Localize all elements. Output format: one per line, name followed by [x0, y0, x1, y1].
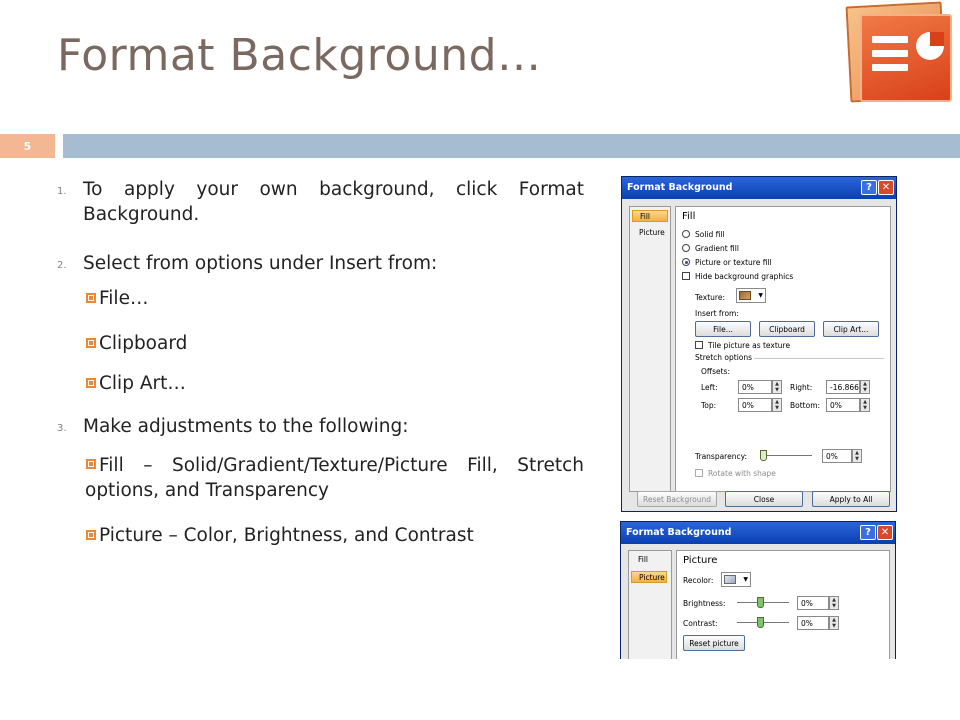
dialog-sidebar: Fill Picture: [629, 206, 671, 492]
sub-item-clip-art: Clip Art…: [99, 373, 186, 394]
transparency-label: Transparency:: [695, 452, 748, 461]
picture-texture-fill-label: Picture or texture fill: [695, 258, 772, 267]
fill-panel: Fill Solid fill Gradient fill Picture or…: [675, 206, 891, 492]
rotate-with-shape-checkbox[interactable]: [695, 469, 703, 477]
close-icon[interactable]: ✕: [878, 180, 894, 195]
right-offset-label: Right:: [790, 383, 813, 392]
clip-art-button[interactable]: Clip Art...: [823, 321, 879, 337]
bullet-square-icon: [86, 378, 96, 388]
contrast-label: Contrast:: [683, 619, 718, 628]
hide-graphics-label: Hide background graphics: [695, 272, 794, 281]
step-number: 1.: [57, 186, 67, 197]
tile-picture-checkbox[interactable]: [695, 341, 703, 349]
solid-fill-radio[interactable]: [682, 230, 690, 238]
tile-picture-label: Tile picture as texture: [708, 341, 791, 350]
insert-from-label: Insert from:: [695, 309, 739, 318]
dialog-title: Format Background ? ✕: [621, 522, 895, 544]
texture-swatch-icon: [739, 291, 751, 300]
tab-picture[interactable]: Picture: [631, 571, 667, 583]
sub-item-clipboard: Clipboard: [99, 333, 188, 354]
bottom-offset-stepper[interactable]: ▲ ▼: [860, 398, 870, 412]
reset-picture-button[interactable]: Reset picture: [683, 635, 745, 651]
transparency-input[interactable]: 0%: [822, 449, 852, 463]
reset-background-button[interactable]: Reset Background: [637, 491, 717, 507]
sub-item-file: File…: [99, 288, 149, 309]
right-offset-input[interactable]: -16.866: [826, 380, 860, 394]
top-offset-stepper[interactable]: ▲ ▼: [772, 398, 782, 412]
hide-graphics-checkbox[interactable]: [682, 272, 690, 280]
right-offset-stepper[interactable]: ▲ ▼: [860, 380, 870, 394]
tab-fill[interactable]: Fill: [631, 554, 667, 566]
bullet-square-icon: [86, 530, 96, 540]
solid-fill-label: Solid fill: [695, 230, 725, 239]
stretch-options-label: Stretch options: [695, 353, 753, 362]
recolor-dropdown[interactable]: ▼: [721, 572, 751, 587]
texture-dropdown[interactable]: ▼: [736, 288, 766, 303]
gradient-fill-radio[interactable]: [682, 244, 690, 252]
brightness-slider[interactable]: [757, 597, 764, 608]
file-button[interactable]: File...: [695, 321, 751, 337]
transparency-track: [760, 455, 812, 456]
picture-panel: Picture Recolor: ▼ Brightness: 0% ▲ ▼ Con…: [676, 550, 890, 659]
left-offset-stepper[interactable]: ▲ ▼: [772, 380, 782, 394]
apply-to-all-button[interactable]: Apply to All: [812, 491, 890, 507]
tab-picture[interactable]: Picture: [632, 227, 668, 239]
panel-heading: Picture: [683, 555, 718, 566]
sub-item-fill: Fill – Solid/Gradient/Texture/Picture Fi…: [85, 455, 584, 501]
left-offset-label: Left:: [701, 383, 718, 392]
chevron-down-icon: ▼: [743, 576, 748, 583]
sub-item-picture: Picture – Color, Brightness, and Contras…: [99, 525, 474, 546]
close-button[interactable]: Close: [725, 491, 803, 507]
contrast-stepper[interactable]: ▲ ▼: [829, 616, 839, 630]
dialog-title: Format Background ? ✕: [622, 177, 896, 199]
top-offset-label: Top:: [701, 401, 717, 410]
recolor-icon: [724, 575, 736, 584]
recolor-label: Recolor:: [683, 576, 714, 585]
help-icon[interactable]: ?: [861, 180, 877, 195]
format-background-picture-dialog: Format Background ? ✕ Fill Picture Pictu…: [620, 521, 896, 659]
help-icon[interactable]: ?: [860, 525, 876, 540]
chevron-down-icon: ▼: [758, 292, 763, 299]
slide-number-badge: 5: [0, 134, 55, 158]
clipboard-button[interactable]: Clipboard: [759, 321, 815, 337]
brightness-input[interactable]: 0%: [797, 596, 829, 610]
transparency-stepper[interactable]: ▲ ▼: [852, 449, 862, 463]
bottom-offset-label: Bottom:: [790, 401, 821, 410]
transparency-slider[interactable]: [760, 450, 767, 461]
left-offset-input[interactable]: 0%: [738, 380, 772, 394]
powerpoint-logo-icon: [845, 1, 956, 104]
step-number: 3.: [57, 423, 67, 434]
close-icon[interactable]: ✕: [877, 525, 893, 540]
header-band: [63, 134, 960, 158]
bullet-square-icon: [86, 338, 96, 348]
picture-texture-fill-radio[interactable]: [682, 258, 690, 266]
step-2-text: Select from options under Insert from:: [83, 253, 438, 274]
step-1-text: To apply your own background, click Form…: [83, 179, 584, 225]
gradient-fill-label: Gradient fill: [695, 244, 739, 253]
contrast-input[interactable]: 0%: [797, 616, 829, 630]
step-number: 2.: [57, 260, 67, 271]
offsets-label: Offsets:: [701, 367, 730, 376]
slide-title: Format Background…: [57, 30, 542, 81]
texture-label: Texture:: [695, 293, 725, 302]
dialog-sidebar: Fill Picture: [628, 550, 672, 659]
bullet-square-icon: [86, 293, 96, 303]
bottom-offset-input[interactable]: 0%: [826, 398, 860, 412]
brightness-label: Brightness:: [683, 599, 726, 608]
format-background-fill-dialog: Format Background ? ✕ Fill Picture Fill …: [621, 176, 897, 512]
step-3-text: Make adjustments to the following:: [83, 416, 409, 437]
contrast-slider[interactable]: [757, 617, 764, 628]
top-offset-input[interactable]: 0%: [738, 398, 772, 412]
tab-fill[interactable]: Fill: [632, 210, 668, 222]
rotate-with-shape-label: Rotate with shape: [708, 469, 776, 478]
panel-heading: Fill: [682, 211, 696, 222]
brightness-stepper[interactable]: ▲ ▼: [829, 596, 839, 610]
separator: [754, 358, 884, 359]
